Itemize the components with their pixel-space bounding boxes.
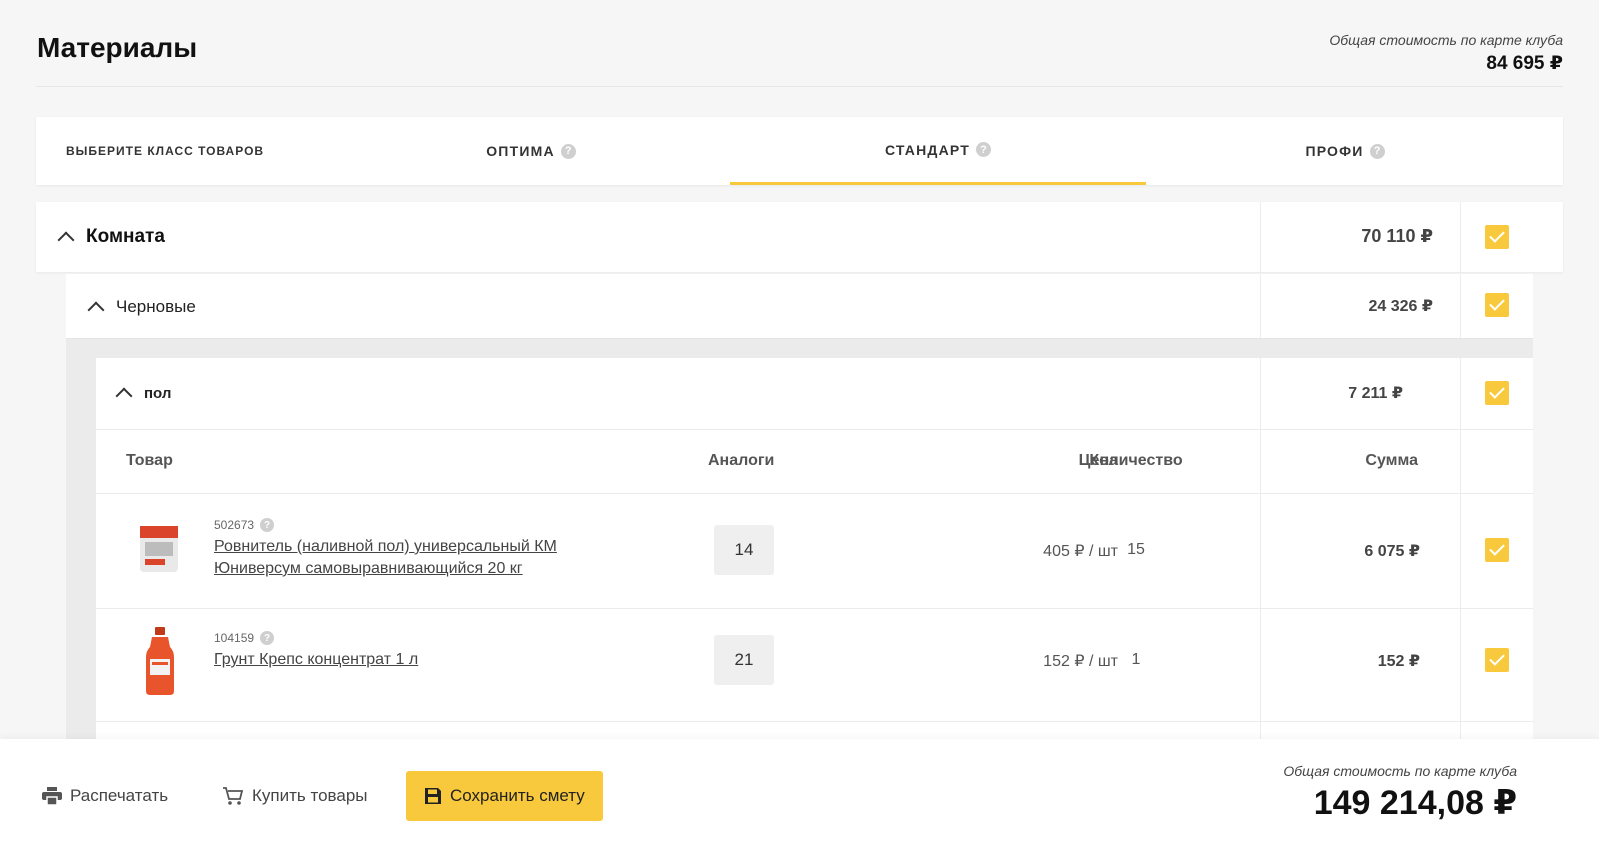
tab-optima-label: ОПТИМА <box>486 143 555 159</box>
bottom-total-label: Общая стоимость по карте клуба <box>1283 763 1517 779</box>
tab-profi-label: ПРОФИ <box>1305 143 1364 159</box>
sku: 502673 ? <box>214 518 275 532</box>
class-selector-label: ВЫБЕРИТЕ КЛАСС ТОВАРОВ <box>66 144 265 158</box>
analogs-button[interactable]: 14 <box>714 525 774 575</box>
section-label: пол <box>144 384 172 402</box>
subgroup-row: Черновые 24 326 ₽ <box>66 274 1533 339</box>
analogs-button[interactable]: 21 <box>714 635 774 685</box>
tab-optima[interactable]: ОПТИМА ? <box>332 117 730 185</box>
header-divider <box>36 86 1563 87</box>
room-toggle[interactable]: Комната <box>57 202 165 272</box>
row-divider <box>96 721 1533 722</box>
help-icon[interactable]: ? <box>1369 143 1385 159</box>
chevron-up-icon <box>87 301 105 318</box>
col-qty: Количество <box>1089 452 1183 469</box>
quantity[interactable]: 15 <box>1056 541 1216 559</box>
tab-standard-label: СТАНДАРТ <box>884 141 971 158</box>
product-name-line: Грунт Крепс концентрат 1 л <box>214 651 419 668</box>
tab-standard[interactable]: СТАНДАРТ ? <box>730 117 1146 185</box>
product-link[interactable]: Грунт Крепс концентрат 1 л <box>214 649 634 671</box>
section-toggle[interactable]: пол <box>115 358 172 428</box>
help-icon[interactable]: ? <box>260 518 275 532</box>
buy-label: Купить товары <box>252 786 368 805</box>
row-sum: 152 ₽ <box>1377 653 1420 670</box>
printer-icon <box>42 787 62 805</box>
bottle-icon[interactable] <box>142 625 178 697</box>
vsep <box>1460 609 1461 721</box>
vsep <box>1460 274 1461 338</box>
vsep <box>1460 494 1461 608</box>
product-name-line: Ровнитель (наливной пол) универсальный К… <box>214 538 557 555</box>
col-sum: Сумма <box>1365 452 1418 469</box>
sku-value: 104159 <box>214 631 255 645</box>
sku: 104159 ? <box>214 631 275 645</box>
header-total: Общая стоимость по карте клуба 84 695 ₽ <box>1329 32 1563 75</box>
table-row: 502673 ? Ровнитель (наливной пол) универ… <box>96 494 1533 608</box>
chevron-up-icon <box>115 387 133 405</box>
room-sum: 70 110 ₽ <box>1361 226 1433 246</box>
table-row: 104159 ? Грунт Крепс концентрат 1 л 21 1… <box>96 609 1533 721</box>
bottom-total: Общая стоимость по карте клуба 149 214,0… <box>1283 763 1517 823</box>
header-total-value: 84 695 ₽ <box>1486 53 1563 74</box>
section-divider <box>96 429 1533 430</box>
product-name-line: Юниверсум самовыравнивающийся 20 кг <box>214 560 523 577</box>
subgroup-toggle[interactable]: Черновые <box>87 274 196 339</box>
col-product: Товар <box>126 452 173 469</box>
room-row: Комната 70 110 ₽ <box>36 202 1563 272</box>
tab-profi[interactable]: ПРОФИ ? <box>1146 117 1544 185</box>
room-checkbox[interactable] <box>1485 225 1509 249</box>
page-title: Материалы <box>37 32 198 63</box>
quantity[interactable]: 1 <box>1056 651 1216 669</box>
vsep <box>1260 202 1261 272</box>
bottom-total-value: 149 214,08 ₽ <box>1313 784 1517 822</box>
col-analogs: Аналоги <box>708 452 775 469</box>
buy-button[interactable]: Купить товары <box>222 771 368 821</box>
row-checkbox[interactable] <box>1485 538 1509 562</box>
print-label: Распечатать <box>70 786 169 805</box>
section-sum: 7 211 ₽ <box>1348 385 1403 402</box>
product-link[interactable]: Ровнитель (наливной пол) универсальный К… <box>214 536 634 580</box>
bag-icon[interactable] <box>136 522 182 574</box>
help-icon[interactable]: ? <box>260 631 275 645</box>
save-button[interactable]: Сохранить смету <box>406 771 603 821</box>
subgroup-label: Черновые <box>116 296 196 316</box>
help-icon[interactable]: ? <box>560 143 576 159</box>
header-total-label: Общая стоимость по карте клуба <box>1329 32 1563 48</box>
chevron-up-icon <box>57 231 75 249</box>
cart-icon <box>223 787 244 805</box>
save-label: Сохранить смету <box>450 786 585 805</box>
section-checkbox[interactable] <box>1485 381 1509 405</box>
class-selector: ВЫБЕРИТЕ КЛАСС ТОВАРОВ ОПТИМА ? СТАНДАРТ… <box>36 117 1563 185</box>
floppy-icon <box>425 788 441 804</box>
section-panel: пол 7 211 ₽ Товар Аналоги Цена Количеств… <box>96 358 1533 744</box>
subgroup-sum: 24 326 ₽ <box>1368 298 1433 315</box>
row-checkbox[interactable] <box>1485 648 1509 672</box>
help-icon[interactable]: ? <box>976 142 992 157</box>
bottom-bar: Распечатать Купить товары Сохранить смет… <box>0 739 1599 851</box>
room-label: Комната <box>86 226 165 247</box>
row-sum: 6 075 ₽ <box>1364 543 1420 560</box>
vsep <box>1460 202 1461 272</box>
vsep <box>1260 274 1261 338</box>
print-button[interactable]: Распечатать <box>42 771 168 821</box>
sku-value: 502673 <box>214 518 255 532</box>
subgroup-checkbox[interactable] <box>1485 293 1509 317</box>
